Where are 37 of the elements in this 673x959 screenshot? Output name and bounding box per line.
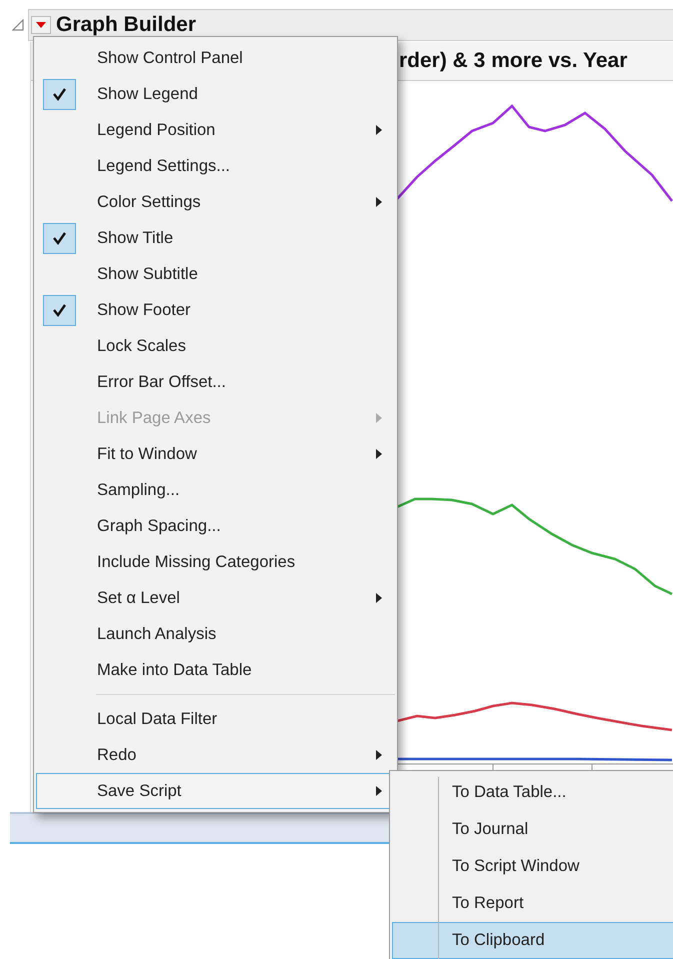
submenu-arrow-icon: [376, 197, 382, 207]
submenu-arrow-icon: [376, 449, 382, 459]
menu-item[interactable]: Include Missing Categories: [36, 544, 395, 580]
submenu-arrow-icon: [376, 125, 382, 135]
panel-title: Graph Builder: [56, 13, 196, 37]
menu-item[interactable]: Graph Spacing...: [36, 508, 395, 544]
menu-item[interactable]: Show Subtitle: [36, 256, 395, 292]
menu-item[interactable]: Lock Scales: [36, 328, 395, 364]
menu-item[interactable]: Sampling...: [36, 472, 395, 508]
menu-item[interactable]: Error Bar Offset...: [36, 364, 395, 400]
menu-item[interactable]: Redo: [36, 737, 395, 773]
disclosure-triangle-icon[interactable]: [12, 19, 24, 31]
menu-item[interactable]: Show Control Panel: [36, 40, 395, 76]
checkmark-icon: [43, 294, 76, 326]
menu-item[interactable]: To Journal: [392, 811, 673, 848]
checkmark-icon: [43, 78, 76, 110]
caret-icon: [36, 22, 46, 28]
menu-item[interactable]: Show Title: [36, 220, 395, 256]
submenu-arrow-icon: [376, 413, 382, 423]
menu-item[interactable]: To Data Table...: [392, 774, 673, 811]
menu-item[interactable]: Set α Level: [36, 580, 395, 616]
menu-item[interactable]: Make into Data Table: [36, 652, 395, 688]
menu-item[interactable]: To Script Window: [392, 848, 673, 885]
submenu-arrow-icon: [376, 750, 382, 760]
menu-item[interactable]: Local Data Filter: [36, 701, 395, 737]
dropdown-button[interactable]: [31, 16, 51, 34]
checkmark-icon: [43, 222, 76, 254]
menu-item[interactable]: Launch Analysis: [36, 616, 395, 652]
menu-item[interactable]: Legend Position: [36, 112, 395, 148]
menu-item[interactable]: To Report: [392, 885, 673, 922]
menu-item[interactable]: Color Settings: [36, 184, 395, 220]
submenu-arrow-icon: [376, 593, 382, 603]
submenu-arrow-icon: [376, 786, 382, 796]
menu-item[interactable]: Legend Settings...: [36, 148, 395, 184]
menu-item[interactable]: Show Footer: [36, 292, 395, 328]
menu-item[interactable]: Fit to Window: [36, 436, 395, 472]
menu-item[interactable]: To Clipboard: [392, 922, 673, 959]
